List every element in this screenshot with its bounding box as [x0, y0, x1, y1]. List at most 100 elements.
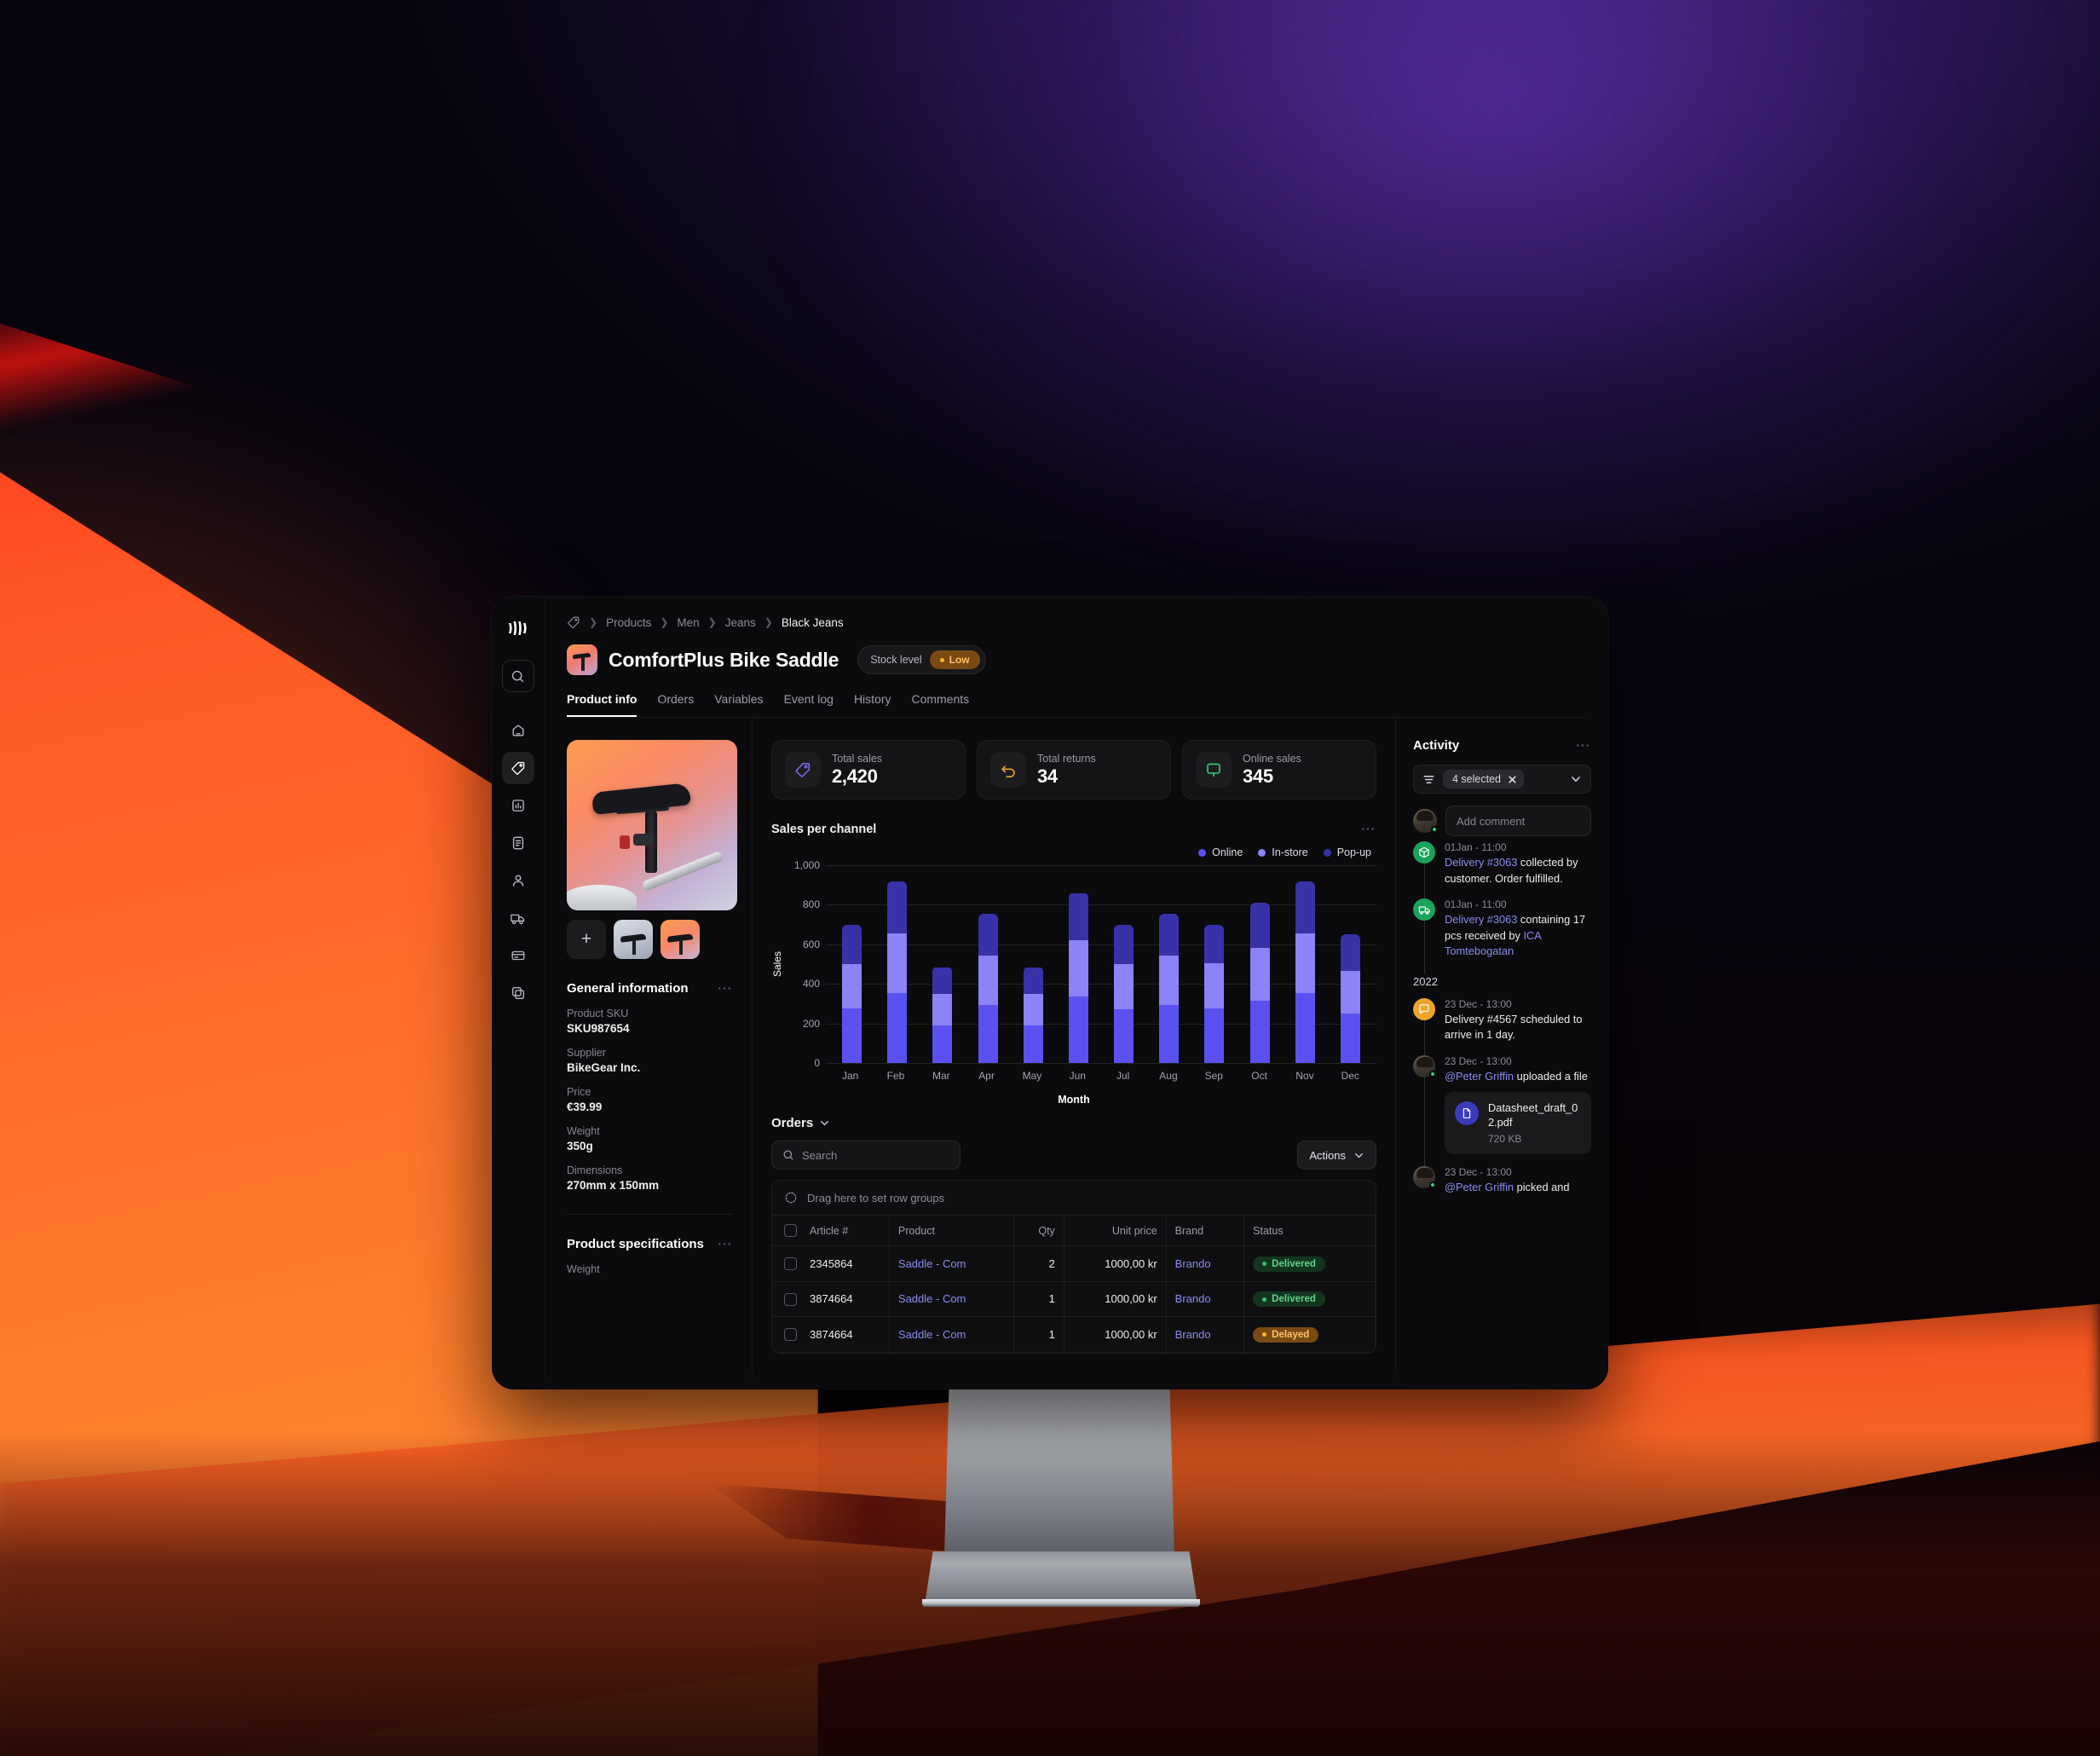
legend-item-in-store[interactable]: In-store [1258, 846, 1308, 858]
chevron-down-icon[interactable] [819, 1118, 830, 1129]
tab-history[interactable]: History [854, 692, 891, 717]
bar-column[interactable] [1101, 865, 1146, 1063]
stacked-bar [1068, 892, 1088, 1063]
stat-card-total-sales[interactable]: Total sales 2,420 [771, 740, 966, 800]
legend-item-online[interactable]: Online [1198, 846, 1243, 858]
table-row[interactable]: 2345864 Saddle - Com 2 1000,00 kr Brando Deli… [772, 1245, 1376, 1282]
row-checkbox[interactable] [783, 1257, 797, 1271]
filter-chip[interactable]: 4 selected [1443, 770, 1524, 788]
bar-column[interactable] [1283, 865, 1328, 1063]
sidebar-item-search[interactable] [501, 660, 534, 692]
row-checkbox[interactable] [783, 1328, 797, 1342]
thumbnail-1[interactable] [614, 920, 653, 959]
activity-link[interactable]: Delivery #3063 [1445, 856, 1517, 869]
x-axis-tick: May [1022, 1070, 1042, 1082]
bar-column[interactable] [1328, 865, 1373, 1063]
activity-menu-icon[interactable]: ⋯ [1576, 738, 1592, 753]
chevron-down-icon[interactable] [1570, 773, 1582, 785]
activity-link[interactable]: Delivery #3063 [1445, 913, 1517, 926]
cell-brand[interactable]: Brando [1166, 1316, 1245, 1353]
add-comment-row: Add comment [1413, 806, 1591, 836]
bar-column[interactable] [966, 865, 1011, 1063]
sidebar-item-customers[interactable] [502, 864, 534, 897]
close-icon[interactable] [1508, 775, 1517, 784]
product-link[interactable]: Saddle - Com [898, 1328, 966, 1341]
table-row[interactable]: 3874664 Saddle - Com 1 1000,00 kr Brando Deli… [772, 1281, 1376, 1318]
column-header-product[interactable]: Product [889, 1216, 1015, 1247]
online-status-dot [1429, 1181, 1436, 1188]
bar-column[interactable] [829, 865, 874, 1063]
sidebar-item-home[interactable] [502, 714, 534, 747]
sidebar-item-shipping[interactable] [502, 902, 534, 934]
status-badge[interactable]: Stock level Low [857, 645, 986, 674]
bar-column[interactable] [1191, 865, 1237, 1063]
chart-menu-icon[interactable]: ⋯ [1361, 822, 1377, 836]
attachment-card[interactable]: Datasheet_draft_02.pdf 720 KB [1445, 1092, 1591, 1154]
thumbnail-2[interactable] [661, 920, 700, 959]
row-group-dropzone[interactable]: Drag here to set row groups [772, 1181, 1376, 1216]
bar-segment-pop-up [887, 881, 908, 934]
tab-comments[interactable]: Comments [912, 692, 970, 717]
tab-event-log[interactable]: Event log [784, 692, 834, 717]
search-input[interactable]: Search [771, 1141, 961, 1170]
row-checkbox-cell [772, 1316, 801, 1353]
bar-column[interactable] [1011, 865, 1056, 1063]
activity-link[interactable]: @Peter Griffin [1445, 1181, 1514, 1193]
sidebar-item-products[interactable] [501, 752, 534, 784]
product-specifications-menu-icon[interactable]: ⋯ [718, 1237, 734, 1251]
sidebar-item-billing[interactable] [502, 939, 534, 972]
breadcrumb-item-current[interactable]: Black Jeans [782, 616, 844, 629]
avatar[interactable] [1413, 809, 1438, 833]
cell-product[interactable]: Saddle - Com [889, 1245, 1015, 1282]
row-checkbox[interactable] [783, 1292, 797, 1306]
cell-product[interactable]: Saddle - Com [889, 1316, 1015, 1353]
column-header-status[interactable]: Status [1243, 1216, 1376, 1247]
breadcrumb-item-men[interactable]: Men [677, 616, 699, 629]
bar-column[interactable] [1056, 865, 1101, 1063]
logo-bars-icon[interactable] [504, 615, 533, 641]
stat-card-total-returns[interactable]: Total returns 34 [977, 740, 1171, 800]
stacked-bar [1249, 903, 1270, 1063]
tab-variables[interactable]: Variables [714, 692, 763, 717]
column-header-brand[interactable]: Brand [1166, 1216, 1245, 1247]
breadcrumb-item-products[interactable]: Products [606, 616, 651, 629]
chart-legend: Online In-store Pop-up [771, 846, 1376, 858]
brand-link[interactable]: Brando [1175, 1328, 1211, 1341]
product-link[interactable]: Saddle - Com [898, 1257, 966, 1270]
breadcrumb-item-jeans[interactable]: Jeans [725, 616, 756, 629]
avatar[interactable] [1413, 1165, 1436, 1188]
bar-column[interactable] [920, 865, 965, 1063]
bar-column[interactable] [1146, 865, 1191, 1063]
timeline-connector [1424, 1020, 1425, 1057]
orders-section-header[interactable]: Orders [771, 1116, 1376, 1130]
comment-input[interactable]: Add comment [1445, 806, 1591, 836]
brand-link[interactable]: Brando [1175, 1292, 1211, 1305]
cell-brand[interactable]: Brando [1166, 1245, 1245, 1282]
sidebar-item-analytics[interactable] [502, 789, 534, 822]
table-row[interactable]: 3874664 Saddle - Com 1 1000,00 kr Brando Dela… [772, 1316, 1376, 1353]
legend-item-pop-up[interactable]: Pop-up [1323, 846, 1371, 858]
select-all-checkbox[interactable] [783, 1224, 797, 1238]
filter-icon[interactable] [1422, 773, 1435, 786]
field-value: 270mm x 150mm [567, 1179, 660, 1192]
brand-link[interactable]: Brando [1175, 1257, 1211, 1270]
general-information-menu-icon[interactable]: ⋯ [718, 981, 734, 996]
avatar[interactable] [1413, 1054, 1436, 1077]
product-hero-image[interactable] [567, 740, 737, 910]
product-link[interactable]: Saddle - Com [898, 1292, 966, 1305]
sidebar-item-documents[interactable] [502, 827, 534, 859]
tab-product-info[interactable]: Product info [567, 692, 638, 717]
column-header-article[interactable]: Article # [801, 1216, 890, 1247]
bar-column[interactable] [874, 865, 920, 1063]
activity-link[interactable]: @Peter Griffin [1445, 1070, 1514, 1083]
bar-column[interactable] [1238, 865, 1283, 1063]
cell-product[interactable]: Saddle - Com [889, 1281, 1015, 1318]
column-header-qty[interactable]: Qty [1013, 1216, 1064, 1247]
add-image-button[interactable]: + [567, 920, 606, 959]
stat-card-online-sales[interactable]: Online sales 345 [1182, 740, 1376, 800]
column-header-unit-price[interactable]: Unit price [1064, 1216, 1167, 1247]
cell-brand[interactable]: Brando [1166, 1281, 1245, 1318]
sidebar-item-duplicate[interactable] [502, 977, 534, 1009]
actions-button[interactable]: Actions [1297, 1141, 1376, 1170]
tab-orders[interactable]: Orders [657, 692, 694, 717]
